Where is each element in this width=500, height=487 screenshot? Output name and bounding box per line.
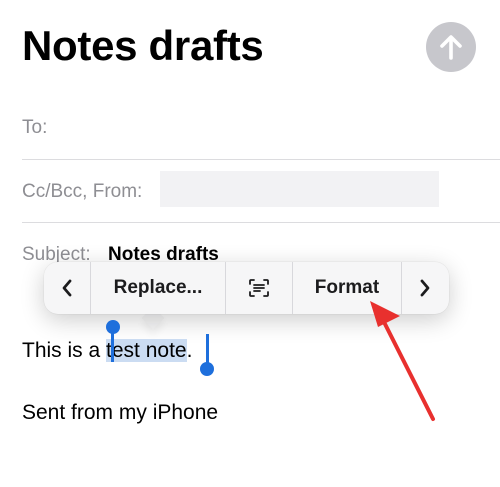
annotation-arrow-icon xyxy=(370,301,435,421)
